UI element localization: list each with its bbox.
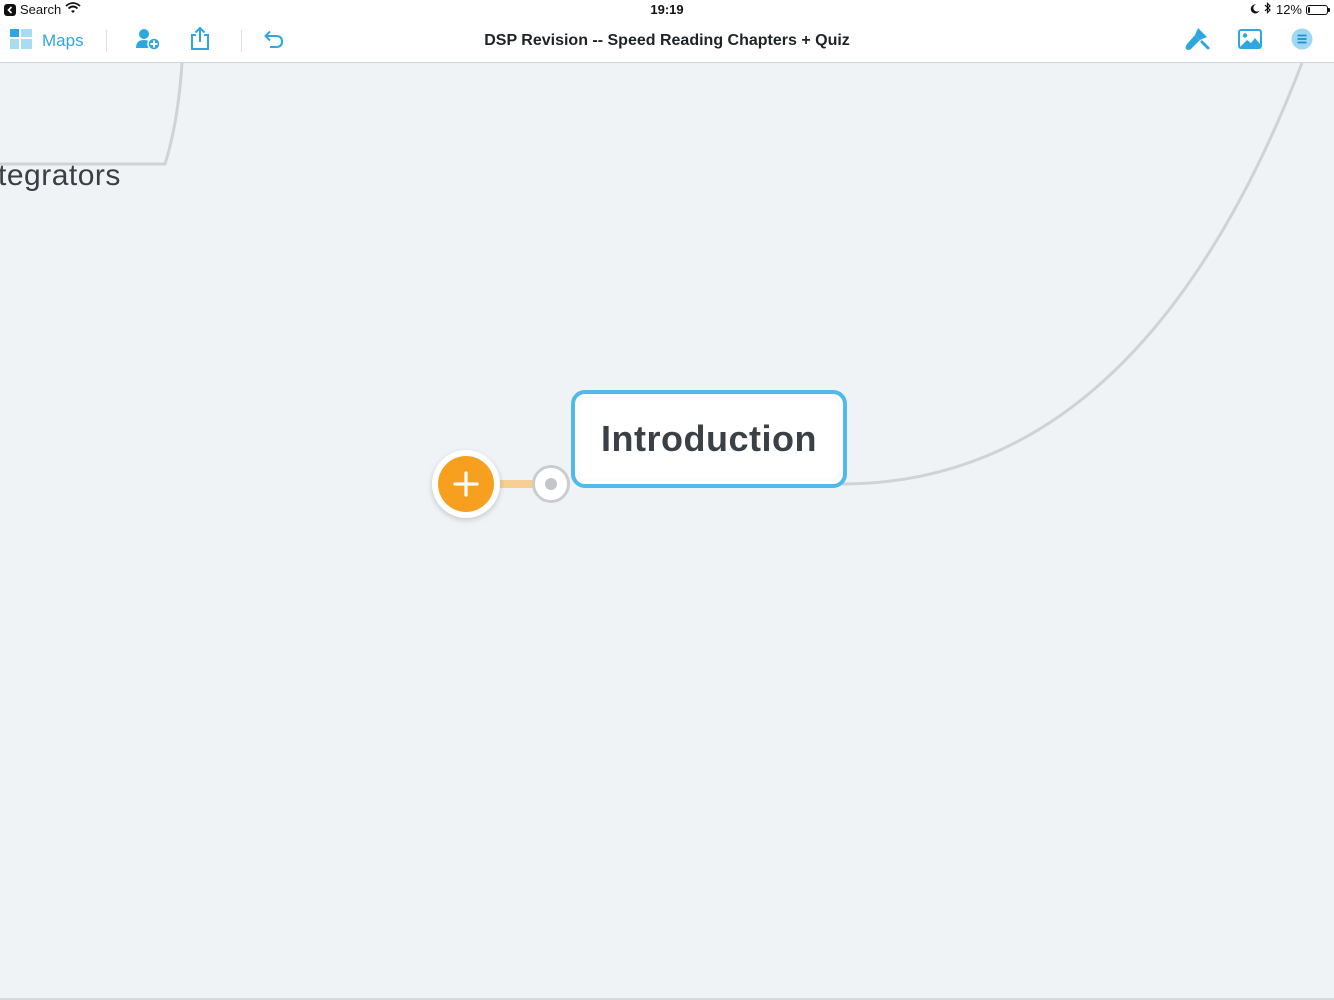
- plus-icon: [438, 456, 494, 512]
- battery-percent: 12%: [1275, 2, 1302, 17]
- status-bar: Search 19:19 12%: [0, 0, 1334, 20]
- undo-button[interactable]: [262, 20, 284, 62]
- selected-topic-node[interactable]: Introduction: [571, 390, 847, 488]
- maps-label: Maps: [42, 31, 84, 50]
- share-icon: [190, 26, 210, 56]
- battery-icon: [1306, 4, 1330, 15]
- toolbar-divider: [241, 30, 242, 52]
- topic-label: Introduction: [601, 418, 817, 459]
- paint-brush-icon: [1184, 26, 1210, 57]
- style-button[interactable]: [1184, 20, 1210, 62]
- toolbar: Maps DSP Revision -- Speed Reading Chapt…: [0, 20, 1334, 63]
- undo-icon: [262, 29, 284, 54]
- branch-curve: [841, 63, 1304, 486]
- handle-dot: [545, 478, 557, 490]
- add-topic-button[interactable]: [432, 450, 500, 518]
- status-time: 19:19: [650, 2, 684, 17]
- maps-button[interactable]: Maps: [10, 20, 84, 62]
- toolbar-divider: [106, 30, 107, 52]
- partial-topic-node[interactable]: tegrators: [0, 159, 121, 193]
- grid-icon: [10, 28, 32, 54]
- branch-lines: [0, 63, 1304, 486]
- image-icon: [1238, 28, 1262, 54]
- outline-button[interactable]: [1291, 20, 1313, 62]
- partial-node-border: [0, 63, 184, 166]
- add-person-icon: [135, 27, 161, 56]
- add-person-button[interactable]: [135, 20, 161, 62]
- moon-icon: [1250, 2, 1260, 17]
- image-button[interactable]: [1238, 20, 1262, 62]
- share-button[interactable]: [190, 20, 210, 62]
- connection-handle[interactable]: [532, 465, 570, 503]
- mind-map-canvas[interactable]: tegrators Introduction: [0, 63, 1334, 1000]
- status-right: 12%: [1250, 2, 1330, 17]
- bluetooth-icon: [1264, 2, 1272, 17]
- outline-list-icon: [1291, 28, 1313, 55]
